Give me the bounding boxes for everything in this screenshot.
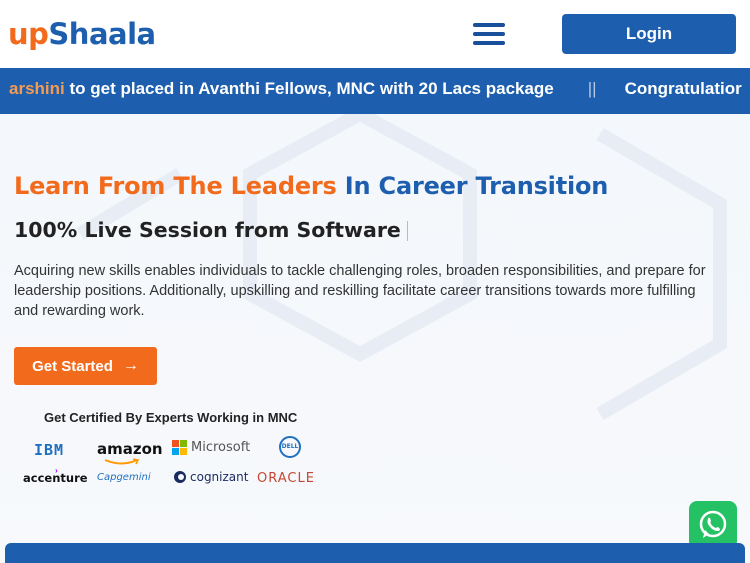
ticker-message: to get placed in Avanthi Fellows, MNC wi… [64, 79, 554, 98]
get-started-label: Get Started [32, 357, 113, 375]
cognizant-logo: cognizant [174, 470, 248, 484]
microsoft-logo-text: Microsoft [191, 440, 251, 455]
certification-title: Get Certified By Experts Working in MNC [44, 410, 298, 425]
site-header: upShaala Login [0, 0, 750, 68]
microsoft-logo: Microsoft [172, 440, 250, 455]
login-button[interactable]: Login [562, 14, 736, 54]
hamburger-menu-icon[interactable] [473, 23, 505, 47]
amazon-smile-icon [104, 458, 140, 465]
announcement-ticker: arshini to get placed in Avanthi Fellows… [0, 68, 750, 114]
next-section-bar [5, 543, 745, 563]
hero-description: Acquiring new skills enables individuals… [14, 263, 706, 319]
site-logo[interactable]: upShaala [8, 14, 156, 54]
ibm-logo: IBM [34, 441, 65, 459]
capgemini-logo: Capgemini [97, 472, 151, 483]
headline-orange-part: Learn From The Leaders [14, 172, 337, 200]
logo-shaala-text: Shaala [48, 17, 156, 51]
microsoft-squares-icon [172, 440, 187, 455]
ticker-separator: || [587, 79, 597, 98]
dell-logo: DELL [279, 436, 301, 458]
cognizant-logo-text: cognizant [190, 470, 249, 484]
cognizant-mark-icon [174, 471, 186, 483]
accenture-logo: accenture [23, 471, 88, 485]
ticker-highlight-name: arshini [9, 79, 65, 98]
typing-cursor [406, 221, 408, 241]
amazon-logo: amazon [97, 440, 163, 458]
hero-section: Learn From The Leaders In Career Transit… [0, 114, 750, 563]
get-started-button[interactable]: Get Started → [14, 347, 157, 385]
logo-up-text: up [8, 17, 49, 51]
subhead-text: 100% Live Session from Software [14, 218, 401, 242]
ticker-next-message: Congratulatior [624, 79, 742, 98]
headline-blue-part: In Career Transition [344, 172, 609, 200]
hero-subheadline: 100% Live Session from Software [14, 218, 408, 242]
oracle-logo: ORACLE [257, 471, 315, 486]
arrow-right-icon: → [122, 357, 139, 374]
ticker-content: arshini to get placed in Avanthi Fellows… [9, 68, 742, 110]
hero-headline: Learn From The Leaders In Career Transit… [14, 172, 608, 200]
whatsapp-chat-button[interactable] [689, 501, 737, 549]
whatsapp-icon [699, 510, 727, 538]
